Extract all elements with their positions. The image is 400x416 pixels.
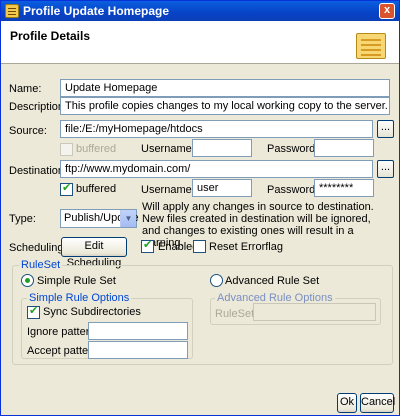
source-buffered-checkbox[interactable] (60, 143, 73, 156)
source-username-label: Username: (141, 143, 195, 155)
simple-rule-set-label: Simple Rule Set (37, 275, 116, 287)
window-title: Profile Update Homepage (23, 4, 170, 18)
destination-field[interactable]: ftp://www.mydomain.com/ (60, 160, 373, 178)
destination-password-label: Password: (267, 184, 319, 196)
name-label: Name: (9, 83, 42, 95)
simple-rule-set-radio[interactable] (21, 274, 34, 287)
destination-username-field[interactable]: user (192, 179, 252, 197)
simple-options-title: Simple Rule Options (27, 292, 132, 304)
source-browse-button[interactable]: ... (377, 120, 394, 138)
destination-username-label: Username: (141, 184, 195, 196)
ruleset-field-label: RuleSet: (215, 308, 258, 320)
title-bar[interactable]: Profile Update Homepage x (1, 1, 399, 21)
description-field[interactable]: This profile copies changes to my local … (60, 97, 390, 115)
header-panel: Profile Details (1, 21, 399, 64)
destination-password-field[interactable]: ******** (314, 179, 374, 197)
edit-scheduling-button[interactable]: Edit Scheduling (61, 237, 127, 269)
source-username-field[interactable] (192, 139, 252, 157)
document-icon (356, 33, 386, 59)
profile-icon (5, 4, 19, 18)
ruleset-field[interactable] (253, 303, 376, 321)
enabled-checkbox[interactable] (141, 238, 154, 253)
description-label: Description: (9, 101, 68, 113)
reset-errorflag-label: Reset Errorflag (209, 241, 283, 253)
destination-label: Destination: (9, 165, 68, 177)
ok-button[interactable]: Ok (337, 393, 357, 413)
close-icon[interactable]: x (379, 3, 395, 19)
ruleset-title: RuleSet (19, 259, 63, 271)
type-label: Type: (9, 213, 36, 225)
type-select[interactable]: Publish/Update ▼ (60, 209, 139, 228)
name-field[interactable]: Update Homepage (60, 79, 390, 97)
reset-errorflag-checkbox[interactable] (193, 240, 206, 253)
destination-buffered-label: buffered (76, 183, 117, 195)
ignore-pattern-label: Ignore pattern (27, 326, 96, 338)
destination-browse-button[interactable]: ... (377, 160, 394, 178)
page-title: Profile Details (10, 29, 91, 43)
ignore-pattern-field[interactable] (88, 322, 188, 340)
destination-buffered-checkbox[interactable] (60, 181, 73, 196)
advanced-rule-set-label: Advanced Rule Set (225, 275, 320, 287)
scheduling-label: Scheduling: (9, 242, 67, 254)
source-password-label: Password: (267, 143, 319, 155)
chevron-down-icon[interactable]: ▼ (120, 210, 136, 227)
source-password-field[interactable] (314, 139, 374, 157)
sync-subdirectories-label: Sync Subdirectories (43, 306, 141, 318)
source-label: Source: (9, 125, 47, 137)
accept-pattern-field[interactable] (88, 341, 188, 359)
advanced-rule-set-radio[interactable] (210, 274, 223, 287)
sync-subdirectories-checkbox[interactable] (27, 304, 40, 319)
source-field[interactable]: file:/E:/myHomepage/htdocs (60, 120, 373, 138)
profile-dialog: Profile Update Homepage x Profile Detail… (0, 0, 400, 416)
cancel-button[interactable]: Cancel (360, 393, 395, 413)
source-buffered-label: buffered (76, 143, 117, 155)
